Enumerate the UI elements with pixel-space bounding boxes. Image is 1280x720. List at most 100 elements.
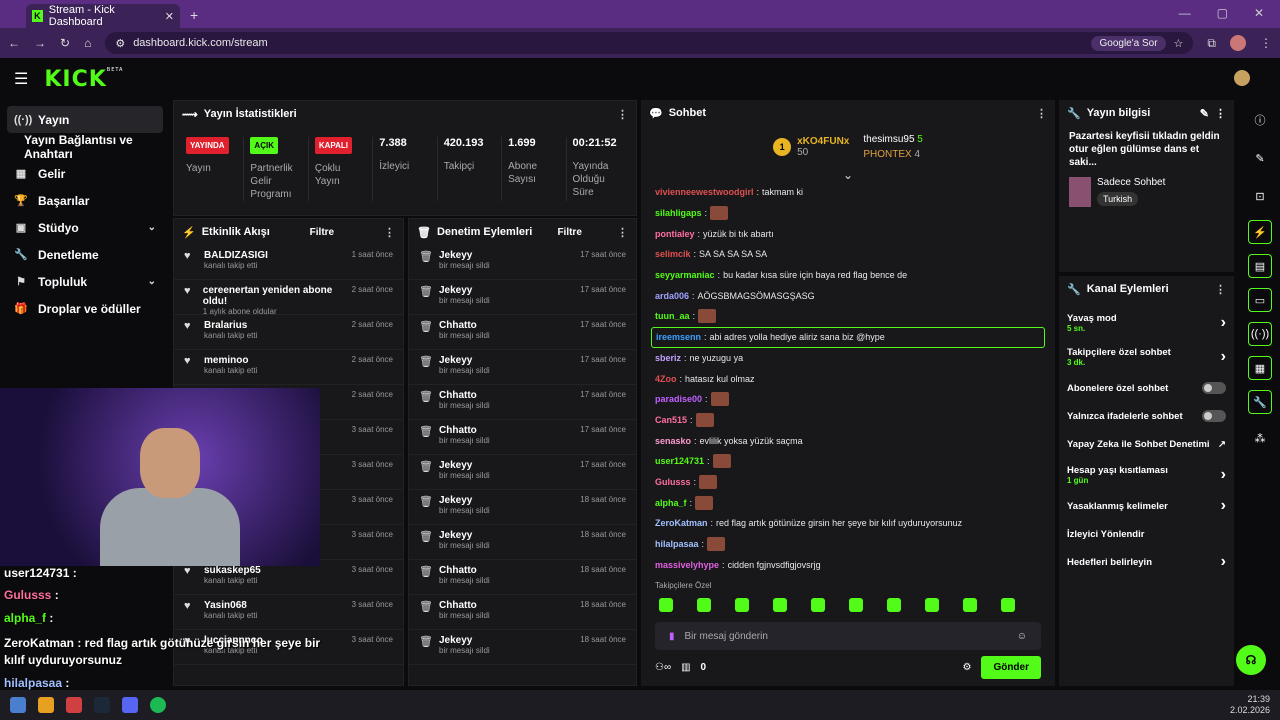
home-icon[interactable]: ⌂ — [84, 36, 91, 50]
maximize-icon[interactable]: ▢ — [1217, 6, 1228, 20]
send-button[interactable]: Gönder — [981, 656, 1041, 679]
emote-icon[interactable] — [963, 598, 977, 612]
more-options-icon[interactable]: ⋮ — [1036, 107, 1047, 120]
sidebar-item-topluluk[interactable]: ⚑ Topluluk ⌄ — [0, 268, 170, 295]
close-window-icon[interactable]: ✕ — [1254, 6, 1264, 20]
emote-icon[interactable] — [887, 598, 901, 612]
top-gifter-1[interactable]: 1 xKO4FUNx 50 — [773, 132, 849, 162]
layout-icon[interactable]: ▦ — [1248, 356, 1272, 380]
wrench-icon[interactable]: 🔧 — [1248, 390, 1272, 414]
more-options-icon[interactable]: ⋮ — [617, 226, 628, 239]
channel-action-item[interactable]: Hesap yaşı kısıtlaması 1 gün › — [1059, 458, 1234, 492]
more-options-icon[interactable]: ⋮ — [617, 108, 628, 121]
channel-action-item[interactable]: Yavaş mod 5 sn. › — [1059, 306, 1234, 340]
more-options-icon[interactable]: ⋮ — [1215, 107, 1226, 120]
discord-icon[interactable] — [122, 697, 138, 713]
profile-avatar[interactable] — [1230, 35, 1246, 51]
chat-username[interactable]: sberiz — [655, 353, 681, 363]
google-ask-button[interactable]: Google'a Sor — [1091, 35, 1166, 51]
chat-username[interactable]: alpha_f — [655, 498, 687, 508]
chat-username[interactable]: massivelyhype — [655, 560, 719, 570]
settings-gear-icon[interactable]: ⚙ — [962, 662, 971, 673]
moderation-item[interactable]: 🗑 Chhatto bir mesajı sildi 18 saat önce — [409, 595, 636, 630]
top-gifter-3[interactable]: PHONTEX 4 — [863, 147, 922, 162]
sidebar-item-yayin[interactable]: ((·)) Yayın — [7, 106, 163, 133]
language-tag[interactable]: Turkish — [1097, 192, 1139, 206]
menu-dots-icon[interactable]: ⋮ — [1260, 36, 1272, 50]
mic-icon[interactable]: ▮ — [669, 631, 675, 642]
channel-action-item[interactable]: Yalnızca ifadelerle sohbet — [1059, 402, 1234, 430]
extension-icon[interactable]: ⧉ — [1207, 36, 1216, 51]
channel-action-item[interactable]: Yasaklanmış kelimeler › — [1059, 492, 1234, 520]
sidebar-item-basarilar[interactable]: 🏆 Başarılar — [0, 187, 170, 214]
bolt-icon[interactable]: ⚡ — [1248, 220, 1272, 244]
community-icon[interactable]: ⁂ — [1246, 424, 1274, 452]
sidebar-item-droplar[interactable]: 🎁 Droplar ve ödüller — [0, 295, 170, 322]
emote-icon[interactable] — [925, 598, 939, 612]
edit-icon[interactable]: ✎ — [1246, 144, 1274, 172]
chat-username[interactable]: seyyarmaniac — [655, 270, 715, 280]
back-icon[interactable]: ← — [8, 36, 20, 50]
site-info-icon[interactable]: ⚙ — [115, 37, 125, 50]
browser-tab[interactable]: K Stream - Kick Dashboard ✕ — [26, 4, 180, 28]
emote-icon[interactable] — [773, 598, 787, 612]
steam-icon[interactable] — [94, 697, 110, 713]
kick-logo[interactable]: KICKBETA — [44, 67, 123, 92]
top-gifter-2[interactable]: thesimsu95 5 — [863, 132, 922, 147]
chat-username[interactable]: ZeroKatman — [655, 518, 708, 528]
more-options-icon[interactable]: ⋮ — [384, 226, 395, 239]
crop-icon[interactable]: ⊡ — [1246, 182, 1274, 210]
sidebar-item-studyo[interactable]: ▣ Stüdyo ⌄ — [0, 214, 170, 241]
moderation-item[interactable]: 🗑 Jekeyy bir mesajı sildi 17 saat önce — [409, 350, 636, 385]
new-tab-icon[interactable]: + — [190, 7, 198, 23]
toggle-switch[interactable] — [1202, 382, 1226, 394]
minimize-icon[interactable]: — — [1179, 6, 1191, 20]
moderation-item[interactable]: 🗑 Jekeyy bir mesajı sildi 17 saat önce — [409, 280, 636, 315]
reload-icon[interactable]: ↻ — [60, 36, 70, 50]
activity-item[interactable]: ♥ meminoo kanalı takip etti 2 saat önce — [174, 350, 403, 385]
chat-username[interactable]: selimcik — [655, 249, 691, 259]
category-thumbnail[interactable] — [1069, 177, 1091, 207]
channel-action-item[interactable]: İzleyici Yönlendir — [1059, 520, 1234, 548]
start-icon[interactable] — [10, 697, 26, 713]
broadcast-icon[interactable]: ((·)) — [1248, 322, 1272, 346]
info-icon[interactable]: ⓘ — [1246, 106, 1274, 134]
chat-username[interactable]: Gulusss — [655, 477, 691, 487]
chat-username[interactable]: silahligaps — [655, 208, 702, 218]
activity-item[interactable]: ♥ cereenertan yeniden abone oldu! 1 aylık … — [174, 280, 403, 316]
chat-icon[interactable]: ▭ — [1248, 288, 1272, 312]
chat-input[interactable]: ▮ Bir mesaj gönderin ☺ — [655, 622, 1041, 650]
spotify-icon[interactable] — [150, 697, 166, 713]
chat-username[interactable]: hilalpasaa — [655, 539, 699, 549]
chat-username[interactable]: Can515 — [655, 415, 687, 425]
emoji-icon[interactable]: ☺ — [1017, 631, 1027, 642]
support-button[interactable]: ☊ — [1236, 645, 1266, 675]
emote-icon[interactable] — [811, 598, 825, 612]
channel-action-item[interactable]: Hedefleri belirleyin › — [1059, 548, 1234, 576]
hamburger-menu-icon[interactable]: ☰ — [14, 69, 28, 89]
activity-filter-button[interactable]: Filtre — [310, 227, 334, 238]
collapse-icon[interactable]: ⌄ — [641, 168, 1055, 182]
moderation-item[interactable]: 🗑 Jekeyy bir mesajı sildi 18 saat önce — [409, 490, 636, 525]
channel-action-item[interactable]: Abonelere özel sohbet — [1059, 374, 1234, 402]
clock[interactable]: 21:39 2.02.2026 — [1230, 694, 1270, 716]
document-icon[interactable]: ▤ — [1248, 254, 1272, 278]
chat-username[interactable]: 4Zoo — [655, 374, 677, 384]
activity-item[interactable]: ♥ Yasin068 kanalı takip etti 3 saat önce — [174, 595, 403, 630]
emote-icon[interactable] — [849, 598, 863, 612]
users-icon[interactable]: ⚇∞ — [655, 662, 671, 673]
moderation-item[interactable]: 🗑 Jekeyy bir mesajı sildi 17 saat önce — [409, 245, 636, 280]
moderation-item[interactable]: 🗑 Chhatto bir mesajı sildi 17 saat önce — [409, 315, 636, 350]
moderation-item[interactable]: 🗑 Chhatto bir mesajı sildi 17 saat önce — [409, 385, 636, 420]
url-field[interactable]: ⚙ dashboard.kick.com/stream Google'a Sor… — [105, 32, 1194, 54]
activity-item[interactable]: ♥ Bralarius kanalı takip etti 2 saat önce — [174, 315, 403, 350]
close-tab-icon[interactable]: ✕ — [165, 10, 174, 23]
bookmark-star-icon[interactable]: ☆ — [1174, 37, 1184, 50]
chat-username[interactable]: pontialey — [655, 229, 695, 239]
chat-username[interactable]: senasko — [655, 436, 691, 446]
box-icon[interactable]: ▥ — [681, 662, 690, 673]
moderation-item[interactable]: 🗑 Chhatto bir mesajı sildi 18 saat önce — [409, 560, 636, 595]
chat-username[interactable]: paradise00 — [655, 394, 702, 404]
chat-username[interactable]: ireemsenn — [656, 332, 701, 342]
chat-username[interactable]: user124731 — [655, 456, 704, 466]
